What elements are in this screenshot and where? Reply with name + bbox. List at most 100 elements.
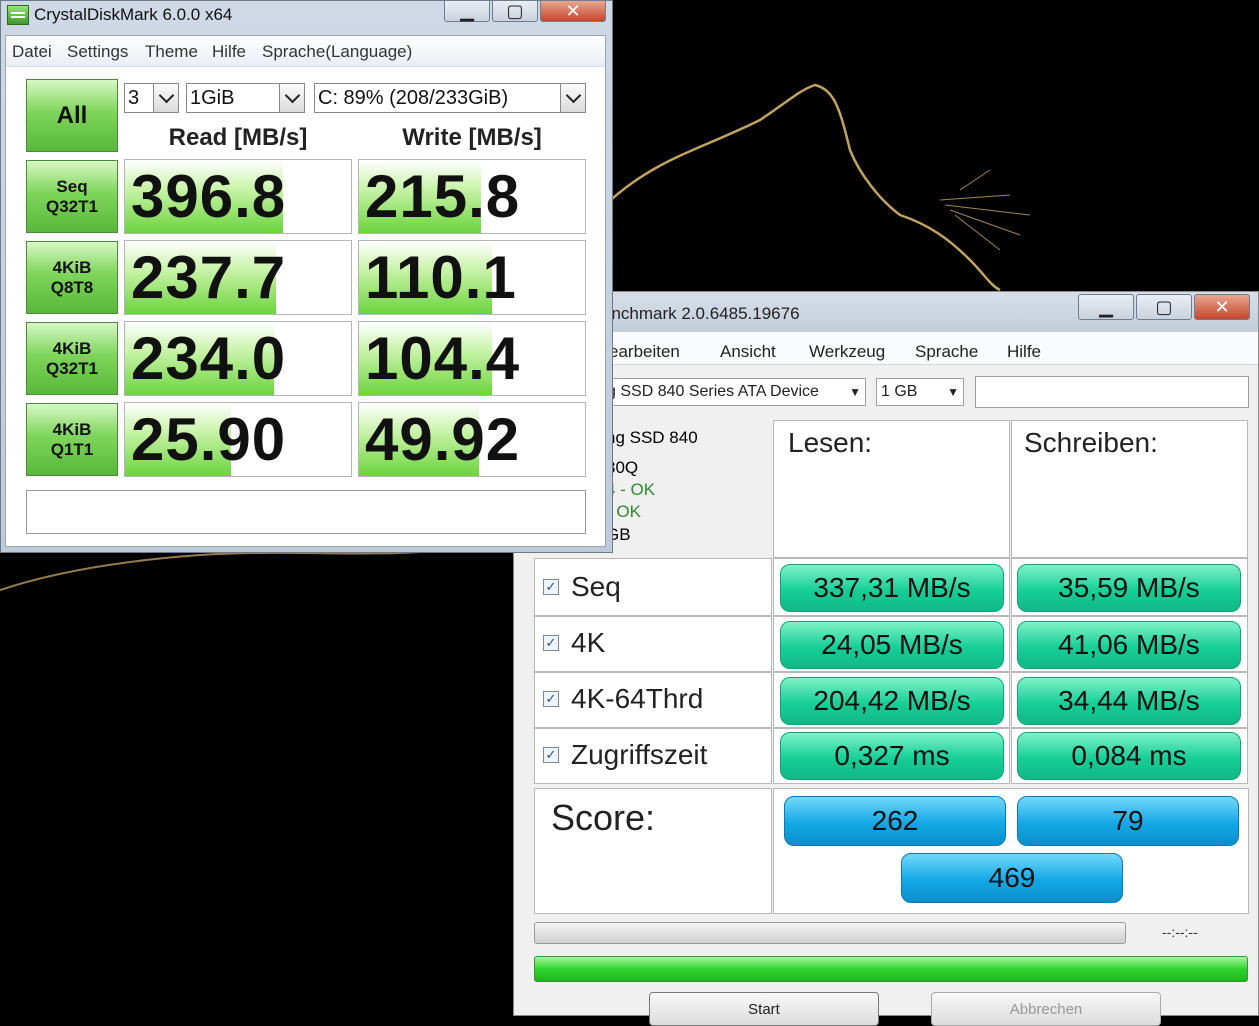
elapsed-time: --:--:--: [1162, 924, 1198, 940]
menu-datei[interactable]: Datei: [12, 42, 52, 62]
menu-sprache[interactable]: Sprache: [915, 342, 978, 362]
menu-theme[interactable]: Theme: [145, 42, 198, 62]
crystaldiskmark-window[interactable]: CrystalDiskMark 6.0.0 x64 ▁ ▢ ✕ Datei Se…: [0, 0, 613, 553]
maximize-icon: ▢: [506, 0, 524, 21]
close-button[interactable]: ✕: [1194, 294, 1250, 320]
checkmark-icon: ✓: [545, 691, 557, 706]
maximize-button[interactable]: ▢: [492, 0, 538, 22]
result-value: 110.1: [365, 244, 517, 311]
overall-progress-bar: [534, 956, 1248, 982]
maximize-button[interactable]: ▢: [1136, 294, 1192, 320]
as-ssd-window[interactable]: enchmark 2.0.6485.19676 ▁ ▢ ✕ earbeiten …: [513, 291, 1259, 1026]
4kib-q1t1-button[interactable]: 4KiB Q1T1: [26, 403, 118, 476]
4kib-q8t8-read-result: 237.7: [124, 240, 352, 315]
row-seq: ✓ Seq: [534, 558, 772, 616]
minimize-icon: ▁: [460, 0, 474, 21]
drive-select[interactable]: C: 89% (208/233GiB): [314, 83, 586, 113]
menu-language[interactable]: Sprache(Language): [262, 42, 412, 62]
seq-write-result: 35,59 MB/s: [1017, 564, 1241, 612]
test-label-line2: Q1T1: [50, 439, 94, 459]
device-select[interactable]: g SSD 840 Series ATA Device ▼: [602, 378, 866, 406]
seq-read-result: 337,31 MB/s: [780, 564, 1004, 612]
4k-write-cell: 41,06 MB/s: [1011, 616, 1248, 672]
comment-field[interactable]: [975, 376, 1249, 408]
chevron-down-icon: ▼: [849, 385, 861, 399]
test-label-line1: Seq: [56, 176, 88, 196]
close-icon: ✕: [565, 0, 581, 21]
crystaldiskmark-window-controls: ▁ ▢ ✕: [444, 0, 606, 22]
menu-ansicht[interactable]: Ansicht: [720, 342, 776, 362]
4k-64thrd-checkbox[interactable]: ✓: [543, 691, 559, 707]
seq-q32t1-read-result: 396.8: [124, 159, 352, 234]
maximize-icon: ▢: [1155, 296, 1173, 317]
4k-64thrd-write-cell: 34,44 MB/s: [1011, 672, 1248, 728]
menu-bearbeiten[interactable]: earbeiten: [609, 342, 680, 362]
4k-64thrd-read-result: 204,42 MB/s: [780, 677, 1004, 725]
as-ssd-window-controls: ▁ ▢ ✕: [1078, 294, 1250, 320]
menu-hilfe[interactable]: Hilfe: [212, 42, 246, 62]
as-ssd-titlebar[interactable]: enchmark 2.0.6485.19676 ▁ ▢ ✕: [514, 292, 1258, 333]
test-count-value: 3: [128, 87, 140, 109]
start-button[interactable]: Start: [649, 992, 879, 1026]
4kib-q32t1-write-result: 104.4: [358, 321, 586, 396]
4k-write-result: 41,06 MB/s: [1017, 621, 1241, 669]
all-button[interactable]: All: [26, 79, 118, 152]
minimize-button[interactable]: ▁: [444, 0, 490, 22]
4k-read-cell: 24,05 MB/s: [773, 616, 1010, 672]
row-label-seq: ✓ Seq: [543, 571, 621, 603]
chevron-down-icon: [279, 84, 304, 112]
4kib-q32t1-button[interactable]: 4KiB Q32T1: [26, 322, 118, 395]
score-total: 469: [901, 853, 1123, 903]
result-value: 396.8: [131, 163, 287, 230]
checkmark-icon: ✓: [545, 635, 557, 650]
menu-settings[interactable]: Settings: [67, 42, 128, 62]
comment-field[interactable]: [26, 490, 586, 534]
drive-select-value: C: 89% (208/233GiB): [318, 87, 509, 109]
drive-info-line-1: ng SSD 840: [606, 428, 698, 447]
4kib-q32t1-read-result: 234.0: [124, 321, 352, 396]
seq-checkbox[interactable]: ✓: [543, 579, 559, 595]
test-size-select[interactable]: 1GiB: [186, 83, 305, 113]
4kib-q8t8-button[interactable]: 4KiB Q8T8: [26, 241, 118, 314]
row-4k: ✓ 4K: [534, 616, 772, 672]
minimize-button[interactable]: ▁: [1078, 294, 1134, 320]
seq-label: Seq: [571, 571, 621, 602]
row-4k-64thrd: ✓ 4K-64Thrd: [534, 672, 772, 728]
read-column-header: Read [MB/s]: [168, 124, 308, 151]
zugriffszeit-checkbox[interactable]: ✓: [543, 747, 559, 763]
menu-werkzeug[interactable]: Werkzeug: [809, 342, 885, 362]
close-icon: ✕: [1214, 296, 1230, 317]
4k-checkbox[interactable]: ✓: [543, 635, 559, 651]
result-value: 234.0: [131, 325, 287, 392]
test-count-select[interactable]: 3: [124, 83, 179, 113]
zugriffszeit-write-cell: 0,084 ms: [1011, 728, 1248, 784]
checkmark-icon: ✓: [545, 747, 557, 762]
test-label-line2: Q32T1: [46, 358, 98, 378]
size-select[interactable]: 1 GB ▼: [876, 378, 964, 406]
seq-write-cell: 35,59 MB/s: [1011, 558, 1248, 616]
4k-64thrd-label: 4K-64Thrd: [571, 683, 704, 714]
row-label-4k: ✓ 4K: [543, 627, 605, 659]
read-header-cell: Lesen:: [773, 420, 1010, 558]
4kib-q1t1-write-result: 49.92: [358, 402, 586, 477]
result-value: 215.8: [365, 163, 521, 230]
close-button[interactable]: ✕: [540, 0, 606, 22]
cancel-button[interactable]: Abbrechen: [931, 992, 1161, 1026]
test-label-line1: 4KiB: [52, 257, 92, 277]
write-header: Schreiben:: [1024, 427, 1158, 458]
4k-64thrd-write-result: 34,44 MB/s: [1017, 677, 1241, 725]
seq-q32t1-button[interactable]: Seq Q32T1: [26, 160, 118, 233]
test-label-line1: 4KiB: [52, 419, 92, 439]
read-header: Lesen:: [788, 427, 873, 458]
test-progress-bar: [534, 922, 1126, 944]
seq-q32t1-write-result: 215.8: [358, 159, 586, 234]
row-zugriffszeit: ✓ Zugriffszeit: [534, 728, 772, 784]
minimize-icon: ▁: [1099, 296, 1113, 317]
zugriffszeit-read-cell: 0,327 ms: [773, 728, 1010, 784]
score-read: 262: [784, 796, 1006, 846]
as-ssd-menubar: earbeiten Ansicht Werkzeug Sprache Hilfe: [514, 332, 1258, 365]
test-label-line2: Q32T1: [46, 196, 98, 216]
test-label-line2: Q8T8: [50, 277, 94, 297]
4k-read-result: 24,05 MB/s: [780, 621, 1004, 669]
menu-hilfe[interactable]: Hilfe: [1007, 342, 1041, 362]
